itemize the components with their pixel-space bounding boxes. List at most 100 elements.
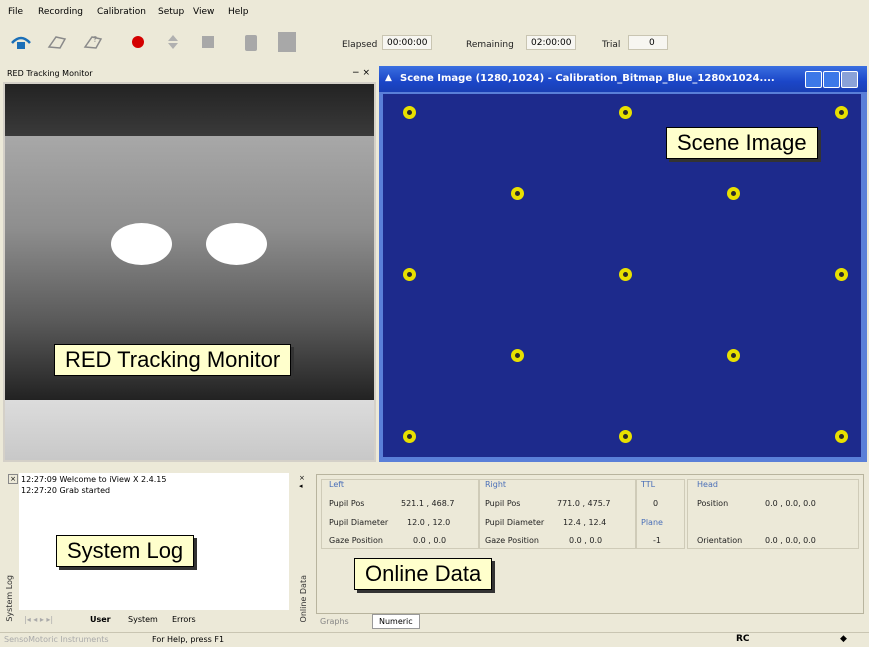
log-entry: 12:27:09 Welcome to iView X 2.4.15 <box>21 475 166 484</box>
tracking-monitor-title: RED Tracking Monitor <box>7 69 93 78</box>
head-header: Head <box>697 480 718 489</box>
tracking-monitor-header: RED Tracking Monitor − × <box>3 66 376 82</box>
tracking-view <box>5 84 374 460</box>
right-pupil-pos-label: Pupil Pos <box>485 499 521 508</box>
calibration-point <box>619 106 632 119</box>
log-text: Welcome to iView X 2.4.15 <box>59 475 167 484</box>
calibration-point <box>403 268 416 281</box>
calibration-point <box>403 430 416 443</box>
scene-window-title: Scene Image (1280,1024) - Calibration_Bi… <box>400 73 775 84</box>
elapsed-label: Elapsed <box>342 40 378 50</box>
tab-errors[interactable]: Errors <box>172 615 196 624</box>
system-log-callout: System Log <box>56 535 195 567</box>
online-data-grid: Left Pupil Pos 521.1 , 468.7 Pupil Diame… <box>316 474 864 614</box>
log-entry: 12:27:20 Grab started <box>21 486 110 495</box>
log-time: 12:27:20 <box>21 486 57 495</box>
menu-setup[interactable]: Setup <box>158 7 184 17</box>
calibration-point <box>511 349 524 362</box>
system-log-side-label: System Log <box>5 575 14 622</box>
ttl-value: 0 <box>653 499 659 508</box>
remaining-value: 02:00:00 <box>526 35 576 50</box>
close-icon[interactable] <box>841 71 858 88</box>
online-data-callout: Online Data <box>354 558 493 590</box>
calibrate-icon[interactable] <box>44 29 70 55</box>
online-data-side-label: Online Data <box>299 575 308 623</box>
menu-calibration[interactable]: Calibration <box>97 7 146 17</box>
minimize-icon[interactable] <box>805 71 822 88</box>
online-data-tabs: Graphs Numeric <box>316 614 864 630</box>
calibration-point <box>835 430 848 443</box>
trial-value: 0 <box>628 35 668 50</box>
tracking-monitor-callout: RED Tracking Monitor <box>54 344 292 376</box>
left-pupil-pos-label: Pupil Pos <box>329 499 365 508</box>
stop-icon[interactable] <box>195 29 221 55</box>
status-rc: RC <box>736 634 750 644</box>
system-log-tabs: |◂ ◂ ▸ ▸| User System Errors <box>20 612 290 628</box>
menu-help[interactable]: Help <box>228 7 249 17</box>
plane-header: Plane <box>641 518 663 527</box>
right-eye-blob <box>206 223 267 265</box>
online-data-close-icon[interactable]: × ◂ <box>299 474 309 494</box>
menu-bar: File Recording Calibration Setup View He… <box>0 0 869 22</box>
notes-icon[interactable] <box>274 29 300 55</box>
svg-text:?: ? <box>93 35 97 44</box>
left-pupil-pos: 521.1 , 468.7 <box>401 499 455 508</box>
head-orientation-label: Orientation <box>697 536 743 545</box>
remaining-label: Remaining <box>466 40 514 50</box>
right-gaze-label: Gaze Position <box>485 536 539 545</box>
menu-recording[interactable]: Recording <box>38 7 83 17</box>
tracking-top-band <box>5 84 374 136</box>
close-log-icon[interactable]: × <box>8 474 18 484</box>
log-time: 12:27:09 <box>21 475 57 484</box>
calibration-point <box>403 106 416 119</box>
left-gaze: 0.0 , 0.0 <box>413 536 447 545</box>
scene-image-callout: Scene Image <box>666 127 818 159</box>
tab-numeric[interactable]: Numeric <box>372 614 420 629</box>
ttl-header: TTL <box>641 480 656 489</box>
tab-nav-icon[interactable]: |◂ ◂ ▸ ▸| <box>24 615 53 624</box>
pause-icon[interactable] <box>160 29 186 55</box>
scene-window-icon: ▲ <box>385 73 392 83</box>
log-text: Grab started <box>59 486 111 495</box>
calibration-point <box>835 106 848 119</box>
status-help: For Help, press F1 <box>152 635 225 644</box>
calibration-point <box>511 187 524 200</box>
hand-icon[interactable] <box>238 29 264 55</box>
head-position: 0.0 , 0.0, 0.0 <box>765 499 816 508</box>
elapsed-value: 00:00:00 <box>382 35 432 50</box>
right-gaze: 0.0 , 0.0 <box>569 536 603 545</box>
menu-file[interactable]: File <box>8 7 23 17</box>
plane-value: -1 <box>653 536 661 545</box>
tab-user[interactable]: User <box>90 615 111 624</box>
tracking-bottom-band <box>5 400 374 460</box>
maximize-icon[interactable] <box>823 71 840 88</box>
status-bar: SensoMotoric Instruments For Help, press… <box>0 632 869 647</box>
status-company: SensoMotoric Instruments <box>4 635 109 644</box>
validate-icon[interactable]: ? <box>80 29 106 55</box>
right-header: Right <box>485 480 507 489</box>
head-position-label: Position <box>697 499 729 508</box>
connect-icon[interactable] <box>8 29 34 55</box>
left-eye-blob <box>111 223 172 265</box>
record-icon[interactable] <box>125 29 151 55</box>
left-pupil-diam: 12.0 , 12.0 <box>407 518 451 527</box>
toolbar: ? Elapsed 00:00:00 Remaining 02:00:00 Tr… <box>0 24 869 64</box>
calibration-point <box>727 349 740 362</box>
trial-label: Trial <box>602 40 621 50</box>
tab-system[interactable]: System <box>128 615 158 624</box>
right-pupil-diam-label: Pupil Diameter <box>485 518 545 527</box>
scene-titlebar: ▲ Scene Image (1280,1024) - Calibration_… <box>379 66 867 92</box>
calibration-point <box>619 268 632 281</box>
status-indicator-icon: ◆ <box>840 634 847 644</box>
head-orientation: 0.0 , 0.0, 0.0 <box>765 536 816 545</box>
calibration-point <box>727 187 740 200</box>
panel-window-controls[interactable]: − × <box>352 68 370 78</box>
right-pupil-diam: 12.4 , 12.4 <box>563 518 607 527</box>
right-pupil-pos: 771.0 , 475.7 <box>557 499 611 508</box>
calibration-point <box>835 268 848 281</box>
left-header: Left <box>329 480 345 489</box>
menu-view[interactable]: View <box>193 7 214 17</box>
calibration-point <box>619 430 632 443</box>
left-gaze-label: Gaze Position <box>329 536 383 545</box>
tab-graphs[interactable]: Graphs <box>320 617 349 626</box>
